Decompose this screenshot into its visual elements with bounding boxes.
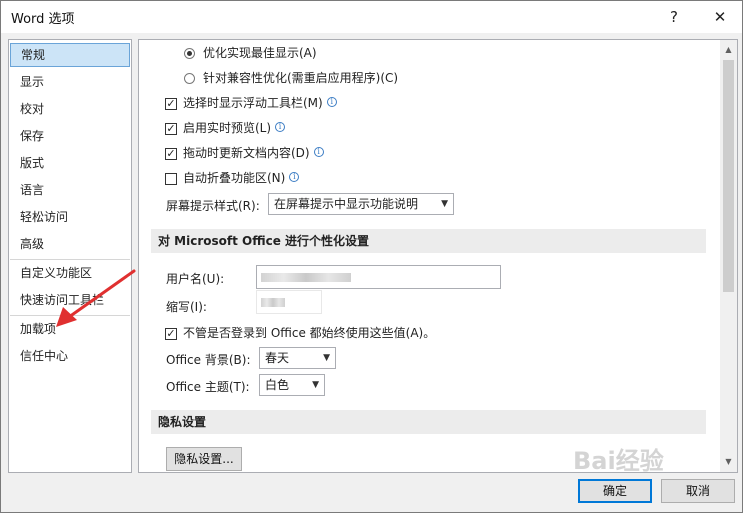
annotation-arrow-icon — [56, 269, 136, 327]
watermark-logo: Bai经验 — [573, 447, 664, 475]
word-options-dialog: Word 选项 ? ✕ 常规 显示 校对 保存 版式 语言 轻松访问 高级 自定… — [0, 0, 743, 513]
